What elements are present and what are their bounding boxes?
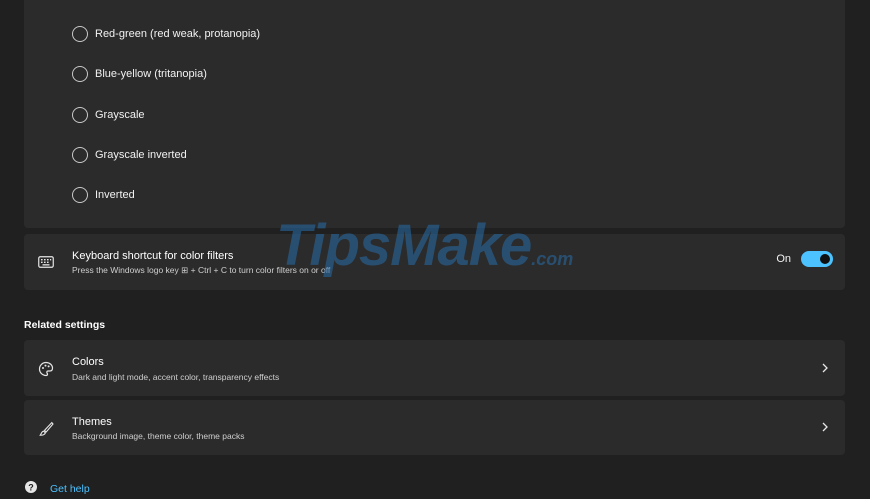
shortcut-description: Press the Windows logo key ⊞ + Ctrl + C … bbox=[72, 265, 331, 275]
brush-icon bbox=[36, 419, 56, 439]
shortcut-title: Keyboard shortcut for color filters bbox=[72, 250, 234, 262]
related-settings-heading: Related settings bbox=[24, 319, 106, 331]
radio-circle-icon bbox=[72, 107, 88, 123]
chevron-right-icon bbox=[819, 362, 831, 374]
radio-label: Blue-yellow (tritanopia) bbox=[95, 68, 207, 80]
keyboard-shortcut-card: Keyboard shortcut for color filters Pres… bbox=[24, 234, 845, 290]
toggle-knob bbox=[820, 254, 830, 264]
themes-description: Background image, theme color, theme pac… bbox=[72, 431, 245, 441]
radio-blue-yellow[interactable]: Blue-yellow (tritanopia) bbox=[72, 62, 207, 86]
shortcut-toggle-group: On bbox=[776, 251, 833, 267]
radio-grayscale[interactable]: Grayscale bbox=[72, 103, 145, 127]
colors-title: Colors bbox=[72, 356, 104, 368]
radio-circle-icon bbox=[72, 26, 88, 42]
radio-circle-icon bbox=[72, 147, 88, 163]
radio-circle-icon bbox=[72, 187, 88, 203]
keyboard-icon bbox=[36, 252, 56, 272]
radio-label: Red-green (red weak, protanopia) bbox=[95, 28, 261, 40]
get-help-link[interactable]: Get help bbox=[50, 483, 90, 495]
shortcut-toggle[interactable] bbox=[801, 251, 833, 267]
radio-inverted[interactable]: Inverted bbox=[72, 183, 135, 207]
related-item-themes[interactable]: Themes Background image, theme color, th… bbox=[24, 400, 845, 455]
svg-text:?: ? bbox=[28, 482, 34, 492]
get-help-row[interactable]: ? Get help bbox=[24, 480, 90, 496]
radio-label: Grayscale bbox=[95, 109, 145, 121]
chevron-right-icon bbox=[819, 421, 831, 433]
radio-label: Grayscale inverted bbox=[95, 149, 187, 161]
radio-label: Inverted bbox=[95, 189, 135, 201]
radio-red-green[interactable]: Red-green (red weak, protanopia) bbox=[72, 22, 260, 46]
themes-title: Themes bbox=[72, 416, 112, 428]
radio-circle-icon bbox=[72, 66, 88, 82]
toggle-state-label: On bbox=[776, 253, 791, 265]
radio-grayscale-inverted[interactable]: Grayscale inverted bbox=[72, 143, 187, 167]
colors-description: Dark and light mode, accent color, trans… bbox=[72, 372, 280, 382]
related-item-colors[interactable]: Colors Dark and light mode, accent color… bbox=[24, 340, 845, 396]
palette-icon bbox=[36, 359, 56, 379]
